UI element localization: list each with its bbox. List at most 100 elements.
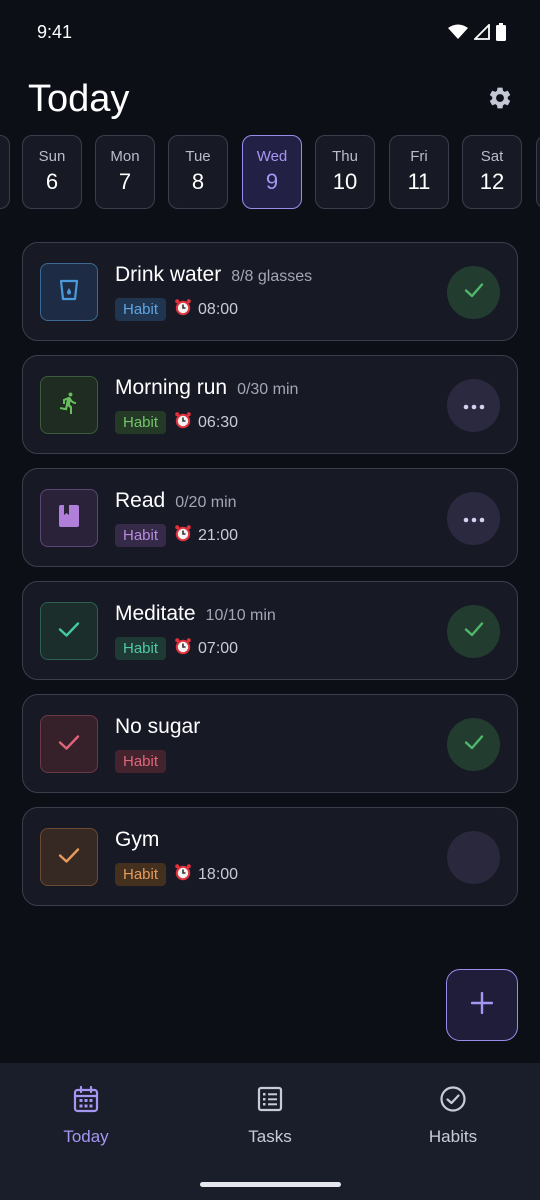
day-number: 11 <box>407 169 431 194</box>
habit-time: 06:30 <box>198 413 239 431</box>
settings-button[interactable] <box>486 86 514 114</box>
alarm-clock-icon <box>174 524 192 547</box>
habit-icon-box <box>40 715 98 773</box>
habit-progress: 0/30 min <box>237 381 299 398</box>
day-name: Fri <box>410 148 428 165</box>
habit-title: Gym <box>115 828 160 851</box>
day-name: Wed <box>256 148 288 165</box>
checkmark-icon <box>57 617 81 646</box>
water-glass-icon <box>57 278 81 307</box>
habit-badge: Habit <box>115 863 167 886</box>
day-cell-fri[interactable]: Fri 11 <box>389 135 449 209</box>
day-cell-next[interactable] <box>536 135 540 209</box>
nav-habits[interactable]: Habits <box>383 1085 523 1147</box>
plus-icon <box>470 991 494 1019</box>
habit-done-button[interactable] <box>447 266 500 319</box>
gear-icon <box>487 85 513 116</box>
habit-progress: 0/20 min <box>175 494 237 511</box>
habit-badge: Habit <box>115 411 167 434</box>
nav-label: Tasks <box>248 1127 292 1146</box>
checkmark-icon <box>57 843 81 872</box>
habit-time: 21:00 <box>198 526 239 544</box>
habit-list: Drink water 8/8 glasses Habit 08:00 Morn… <box>22 242 518 920</box>
habit-time: 07:00 <box>198 639 239 657</box>
day-cell-previous[interactable] <box>0 135 10 209</box>
nav-label: Today <box>63 1127 109 1146</box>
home-indicator <box>200 1182 341 1187</box>
task-list-icon <box>257 1086 283 1117</box>
habit-progress: 10/10 min <box>205 607 276 624</box>
checkmark-icon <box>463 618 485 645</box>
habit-done-button[interactable] <box>447 718 500 771</box>
day-cell-wed-selected[interactable]: Wed 9 <box>242 135 302 209</box>
habit-card-no-sugar[interactable]: No sugar Habit <box>22 694 518 793</box>
habit-icon-box <box>40 263 98 321</box>
alarm-clock-icon <box>174 863 192 886</box>
day-cell-tue[interactable]: Tue 8 <box>168 135 228 209</box>
running-person-icon <box>57 391 81 420</box>
nav-today[interactable]: Today <box>16 1085 156 1147</box>
book-icon <box>58 504 80 533</box>
habit-badge: Habit <box>115 524 167 547</box>
habit-title: Meditate <box>115 602 196 625</box>
habit-progress: 8/8 glasses <box>231 268 313 285</box>
habit-icon-box <box>40 828 98 886</box>
day-cell-sun[interactable]: Sun 6 <box>22 135 82 209</box>
habit-done-button[interactable] <box>447 605 500 658</box>
add-habit-button[interactable] <box>446 969 518 1041</box>
check-circle-icon <box>439 1085 467 1118</box>
habit-time: 18:00 <box>198 865 239 883</box>
checkmark-icon <box>463 279 485 306</box>
day-name: Sun <box>38 148 66 165</box>
nav-label: Habits <box>428 1127 478 1146</box>
day-number: 12 <box>479 169 505 194</box>
habit-badge: Habit <box>115 298 167 321</box>
day-name: Mon <box>110 148 140 165</box>
day-number: 6 <box>45 169 59 194</box>
day-number: 7 <box>118 169 132 194</box>
more-dots-icon <box>463 510 485 528</box>
habit-card-drink-water[interactable]: Drink water 8/8 glasses Habit 08:00 <box>22 242 518 341</box>
day-cell-sat[interactable]: Sat 12 <box>462 135 522 209</box>
calendar-icon <box>73 1085 99 1118</box>
habit-icon-box <box>40 489 98 547</box>
alarm-clock-icon <box>174 411 192 434</box>
habit-complete-button[interactable] <box>447 831 500 884</box>
alarm-clock-icon <box>174 637 192 660</box>
habit-badge: Habit <box>115 637 167 660</box>
habit-icon-box <box>40 602 98 660</box>
nav-tasks[interactable]: Tasks <box>200 1085 340 1147</box>
habit-card-meditate[interactable]: Meditate 10/10 min Habit 07:00 <box>22 581 518 680</box>
status-time: 9:41 <box>37 22 73 42</box>
day-name: Sat <box>480 148 504 165</box>
wifi-icon <box>448 24 468 45</box>
habit-title: No sugar <box>115 715 201 738</box>
day-number: 10 <box>332 169 358 194</box>
day-number: 8 <box>191 169 205 194</box>
habit-more-button[interactable] <box>447 492 500 545</box>
status-bar: 9:41 <box>0 0 540 66</box>
page-title: Today <box>28 78 130 120</box>
alarm-clock-icon <box>174 298 192 321</box>
checkmark-icon <box>463 731 485 758</box>
more-dots-icon <box>463 397 485 415</box>
battery-icon <box>496 23 506 46</box>
day-number: 9 <box>265 169 279 194</box>
habit-badge: Habit <box>115 750 167 773</box>
habit-title: Read <box>115 489 166 512</box>
habit-time: 08:00 <box>198 300 239 318</box>
day-cell-thu[interactable]: Thu 10 <box>315 135 375 209</box>
signal-icon <box>472 22 490 45</box>
status-icons <box>448 22 506 46</box>
day-name: Thu <box>332 148 358 165</box>
day-cell-mon[interactable]: Mon 7 <box>95 135 155 209</box>
habit-card-read[interactable]: Read 0/20 min Habit 21:00 <box>22 468 518 567</box>
habit-card-morning-run[interactable]: Morning run 0/30 min Habit 06:30 <box>22 355 518 454</box>
habit-more-button[interactable] <box>447 379 500 432</box>
checkmark-icon <box>57 730 81 759</box>
habit-title: Drink water <box>115 263 222 286</box>
habit-title: Morning run <box>115 376 228 399</box>
bottom-navigation: Today Tasks Habits <box>0 1063 540 1200</box>
habit-icon-box <box>40 376 98 434</box>
habit-card-gym[interactable]: Gym Habit 18:00 <box>22 807 518 906</box>
